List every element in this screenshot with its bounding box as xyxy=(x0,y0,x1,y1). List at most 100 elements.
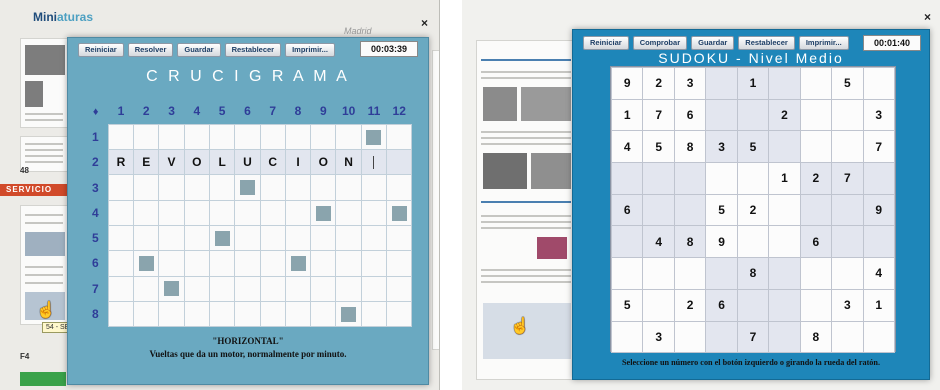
sudoku-cell[interactable] xyxy=(768,193,801,227)
crossword-cell[interactable] xyxy=(133,199,160,226)
crossword-cell[interactable] xyxy=(335,123,362,151)
sudoku-cell[interactable] xyxy=(705,98,738,132)
crossword-cell[interactable] xyxy=(310,300,337,328)
crossword-cell[interactable]: U xyxy=(234,149,261,176)
sudoku-cell[interactable] xyxy=(736,98,770,132)
sudoku-cell[interactable] xyxy=(768,288,801,322)
sudoku-cell[interactable]: 8 xyxy=(673,225,707,259)
sudoku-cell[interactable]: 7 xyxy=(736,320,770,354)
crossword-cell[interactable] xyxy=(234,250,261,277)
crossword-cell[interactable]: N xyxy=(335,149,362,176)
sudoku-cell[interactable]: 3 xyxy=(831,288,864,322)
crossword-cell[interactable]: O xyxy=(183,149,210,176)
sudoku-cell[interactable]: 2 xyxy=(673,288,707,322)
save-button[interactable]: Guardar xyxy=(691,36,735,50)
sudoku-cell[interactable] xyxy=(768,257,801,290)
crossword-cell[interactable] xyxy=(107,224,135,252)
crossword-cell[interactable] xyxy=(183,224,210,252)
crossword-cell[interactable] xyxy=(208,275,236,302)
crossword-cell[interactable] xyxy=(335,224,362,252)
sudoku-cell[interactable]: 5 xyxy=(642,130,675,164)
crossword-cell[interactable] xyxy=(284,199,312,226)
sudoku-cell[interactable]: 8 xyxy=(673,130,707,164)
sudoku-cell[interactable]: 9 xyxy=(862,193,895,227)
sudoku-cell[interactable] xyxy=(736,288,770,322)
sudoku-cell[interactable]: 5 xyxy=(736,130,770,164)
crossword-cell[interactable] xyxy=(360,300,388,328)
crossword-cell[interactable] xyxy=(284,123,312,151)
sudoku-cell[interactable]: 3 xyxy=(862,98,895,132)
crossword-cell[interactable] xyxy=(183,275,210,302)
sudoku-cell[interactable] xyxy=(705,67,738,100)
crossword-cell[interactable]: R xyxy=(107,149,135,176)
sudoku-cell[interactable]: 2 xyxy=(736,193,770,227)
crossword-cell[interactable] xyxy=(133,275,160,302)
sudoku-cell[interactable] xyxy=(799,130,833,164)
sudoku-cell[interactable] xyxy=(673,162,707,195)
sudoku-cell[interactable]: 1 xyxy=(862,288,895,322)
crossword-cell[interactable] xyxy=(310,123,337,151)
sudoku-cell[interactable] xyxy=(705,162,738,195)
crossword-cell[interactable] xyxy=(107,123,135,151)
crossword-cell[interactable] xyxy=(259,250,286,277)
crossword-cell[interactable] xyxy=(183,199,210,226)
sudoku-cell[interactable]: 1 xyxy=(610,98,644,132)
save-button[interactable]: Guardar xyxy=(177,43,221,57)
crossword-cell[interactable] xyxy=(284,300,312,328)
print-button[interactable]: Imprimir... xyxy=(285,43,335,57)
crossword-cell[interactable] xyxy=(208,300,236,328)
crossword-cell[interactable] xyxy=(133,174,160,201)
sudoku-cell[interactable] xyxy=(831,130,864,164)
sudoku-cell[interactable]: 7 xyxy=(642,98,675,132)
sudoku-cell[interactable] xyxy=(673,193,707,227)
crossword-cell[interactable] xyxy=(183,123,210,151)
sudoku-cell[interactable]: 8 xyxy=(736,257,770,290)
crossword-cell[interactable] xyxy=(335,174,362,201)
sudoku-cell[interactable] xyxy=(610,257,644,290)
sudoku-cell[interactable] xyxy=(831,193,864,227)
restore-button[interactable]: Restablecer xyxy=(738,36,795,50)
crossword-cell[interactable] xyxy=(133,224,160,252)
crossword-cell[interactable]: C xyxy=(259,149,286,176)
crossword-cell[interactable] xyxy=(335,275,362,302)
crossword-cell[interactable] xyxy=(107,199,135,226)
sudoku-cell[interactable] xyxy=(862,67,895,100)
sudoku-cell[interactable]: 8 xyxy=(799,320,833,354)
restart-button[interactable]: Reiniciar xyxy=(583,36,629,50)
sudoku-cell[interactable]: 5 xyxy=(831,67,864,100)
crossword-cell[interactable] xyxy=(183,174,210,201)
crossword-cell[interactable] xyxy=(386,250,413,277)
sudoku-cell[interactable]: 4 xyxy=(642,225,675,259)
crossword-cell[interactable] xyxy=(259,174,286,201)
solve-button[interactable]: Resolver xyxy=(127,43,174,57)
sudoku-cell[interactable]: 2 xyxy=(768,98,801,132)
crossword-cell[interactable] xyxy=(310,224,337,252)
crossword-cell[interactable] xyxy=(107,275,135,302)
crossword-cell[interactable] xyxy=(386,174,413,201)
sudoku-cell[interactable] xyxy=(642,288,675,322)
sudoku-cell[interactable] xyxy=(610,162,644,195)
crossword-cell[interactable] xyxy=(386,275,413,302)
crossword-cell[interactable] xyxy=(360,275,388,302)
sudoku-cell[interactable] xyxy=(768,130,801,164)
sudoku-cell[interactable] xyxy=(799,288,833,322)
sudoku-cell[interactable] xyxy=(831,320,864,354)
sudoku-cell[interactable] xyxy=(768,225,801,259)
sudoku-cell[interactable] xyxy=(862,225,895,259)
close-icon[interactable]: × xyxy=(924,10,931,24)
crossword-cell[interactable] xyxy=(386,224,413,252)
crossword-cell[interactable]: V xyxy=(158,149,185,176)
print-button[interactable]: Imprimir... xyxy=(798,36,849,50)
sudoku-cell[interactable]: 3 xyxy=(705,130,738,164)
crossword-cell[interactable] xyxy=(310,275,337,302)
check-button[interactable]: Comprobar xyxy=(632,36,688,50)
crossword-cell[interactable]: O xyxy=(310,149,337,176)
crossword-cell[interactable] xyxy=(335,199,362,226)
crossword-cell[interactable] xyxy=(183,300,210,328)
sudoku-cell[interactable] xyxy=(768,320,801,354)
sudoku-cell[interactable] xyxy=(862,162,895,195)
sudoku-cell[interactable] xyxy=(705,320,738,354)
restart-button[interactable]: Reiniciar xyxy=(78,43,124,57)
sudoku-cell[interactable] xyxy=(799,193,833,227)
crossword-cell[interactable] xyxy=(158,174,185,201)
